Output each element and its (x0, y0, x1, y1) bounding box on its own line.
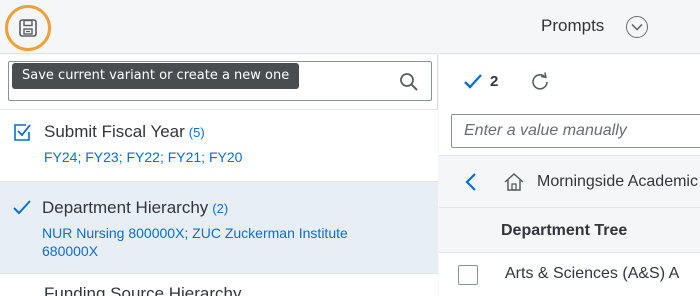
item-values: FY24; FY23; FY22; FY21; FY20 (44, 149, 243, 165)
prompt-list-panel: Submit Fiscal Year (5) FY24; FY23; FY22; … (0, 55, 438, 296)
selected-count[interactable]: 2 (490, 73, 498, 90)
check-icon[interactable] (463, 72, 483, 92)
chevron-left-icon[interactable] (463, 171, 479, 193)
save-variant-button[interactable] (17, 17, 39, 39)
top-toolbar: Prompts (0, 0, 700, 54)
list-item-funding-source-hierarchy[interactable]: Funding Source Hierarchy (0, 273, 438, 296)
floppy-disk-icon (19, 19, 37, 37)
prompts-title: Prompts (541, 16, 605, 35)
prompt-dialog: Prompts Save current variant or create a… (0, 0, 700, 296)
row-checkbox[interactable] (458, 265, 478, 285)
list-item-submit-fiscal-year[interactable]: Submit Fiscal Year (5) FY24; FY23; FY22; … (0, 109, 438, 181)
item-title: Funding Source Hierarchy (44, 284, 241, 296)
breadcrumb: Morningside Academic (439, 155, 700, 207)
manual-value-input[interactable]: Enter a value manually (451, 114, 700, 148)
item-values: NUR Nursing 800000X; ZUC Zuckerman Insti… (42, 225, 348, 259)
list-item-department-hierarchy[interactable]: Department Hierarchy (2) NUR Nursing 8000… (0, 181, 438, 273)
save-tooltip: Save current variant or create a new one (12, 63, 300, 89)
column-header-department-tree: Department Tree (501, 222, 628, 239)
chevron-down-icon (631, 23, 643, 31)
table-header: Department Tree (439, 207, 700, 253)
breadcrumb-label[interactable]: Morningside Academic (537, 173, 698, 191)
value-selection-panel: 2 Enter a value manually Morningside Aca… (439, 55, 700, 296)
refresh-icon[interactable] (529, 71, 551, 93)
item-count: (5) (188, 125, 205, 140)
item-title-text: Funding Source Hierarchy (44, 284, 242, 296)
item-title-text: Department Hierarchy (42, 198, 209, 217)
home-icon[interactable] (503, 171, 525, 193)
prompts-toggle-button[interactable] (626, 16, 648, 38)
selection-toolbar: 2 (439, 55, 700, 110)
item-title: Department Hierarchy (2) (42, 198, 228, 218)
table-row[interactable]: Arts & Sciences (A&S) A (439, 253, 700, 296)
row-label: Arts & Sciences (A&S) A (505, 265, 680, 282)
item-count: (2) (212, 201, 229, 216)
save-highlight-ring (5, 5, 51, 51)
item-title: Submit Fiscal Year (5) (44, 122, 205, 142)
search-icon[interactable] (399, 72, 419, 92)
item-title-text: Submit Fiscal Year (44, 122, 185, 141)
checkbox-checked-icon (14, 124, 31, 141)
check-icon (13, 200, 31, 215)
